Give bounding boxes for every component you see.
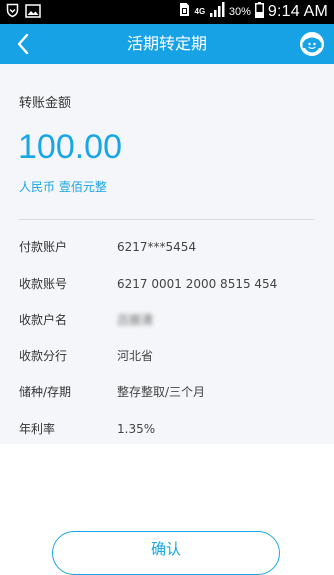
detail-label: 收款分行 bbox=[19, 349, 68, 363]
amount-value: 100.00 bbox=[18, 128, 122, 166]
amount-in-words: 人民币 壹佰元整 bbox=[19, 180, 107, 194]
page-title: 活期转定期 bbox=[126, 34, 207, 53]
transfer-details-card: 转账金额 100.00 人民币 壹佰元整 付款账户 6217***5454 收款… bbox=[0, 64, 334, 444]
detail-label: 年利率 bbox=[19, 422, 56, 436]
detail-value: 吕振清 bbox=[117, 313, 154, 327]
status-time: 9:14 AM bbox=[267, 3, 328, 20]
divider bbox=[19, 219, 315, 220]
detail-row-payee-branch: 收款分行 河北省 bbox=[19, 345, 319, 367]
battery-icon bbox=[254, 1, 264, 23]
status-bar-left bbox=[6, 3, 41, 23]
detail-value: 6217 0001 2000 8515 454 bbox=[117, 277, 278, 291]
battery-percent: 30% bbox=[228, 6, 251, 18]
confirm-button[interactable]: 确认 bbox=[52, 531, 280, 575]
detail-row-deposit-term: 储种/存期 整存整取/三个月 bbox=[19, 381, 319, 403]
detail-label: 收款户名 bbox=[19, 313, 68, 327]
signal-strength-icon bbox=[209, 2, 225, 22]
app-header: 活期转定期 bbox=[0, 24, 334, 64]
detail-row-interest-rate: 年利率 1.35% bbox=[19, 418, 319, 440]
detail-value: 6217***5454 bbox=[117, 240, 197, 254]
detail-value: 河北省 bbox=[117, 349, 154, 363]
customer-service-icon bbox=[300, 32, 324, 56]
detail-value: 整存整取/三个月 bbox=[117, 385, 206, 399]
network-type-indicator: 4G bbox=[194, 7, 206, 16]
customer-service-button[interactable] bbox=[298, 30, 326, 58]
detail-value: 1.35% bbox=[117, 422, 156, 436]
detail-row-payee-name: 收款户名 吕振清 bbox=[19, 309, 319, 331]
back-chevron-icon bbox=[17, 33, 29, 55]
status-bar-right: 4G 30% 9:14 AM bbox=[179, 1, 328, 23]
detail-row-payee-account: 收款账号 6217 0001 2000 8515 454 bbox=[19, 273, 319, 295]
amount-label: 转账金额 bbox=[19, 96, 72, 111]
detail-label: 收款账号 bbox=[19, 277, 68, 291]
back-button[interactable] bbox=[10, 30, 38, 58]
detail-label: 付款账户 bbox=[19, 240, 68, 254]
sim-card-icon bbox=[179, 2, 190, 22]
detail-label: 储种/存期 bbox=[19, 385, 72, 399]
status-bar: 4G 30% 9:14 AM bbox=[0, 0, 334, 24]
shield-notification-icon bbox=[6, 3, 19, 23]
image-notification-icon bbox=[25, 3, 41, 23]
detail-row-payer-account: 付款账户 6217***5454 bbox=[19, 236, 319, 258]
